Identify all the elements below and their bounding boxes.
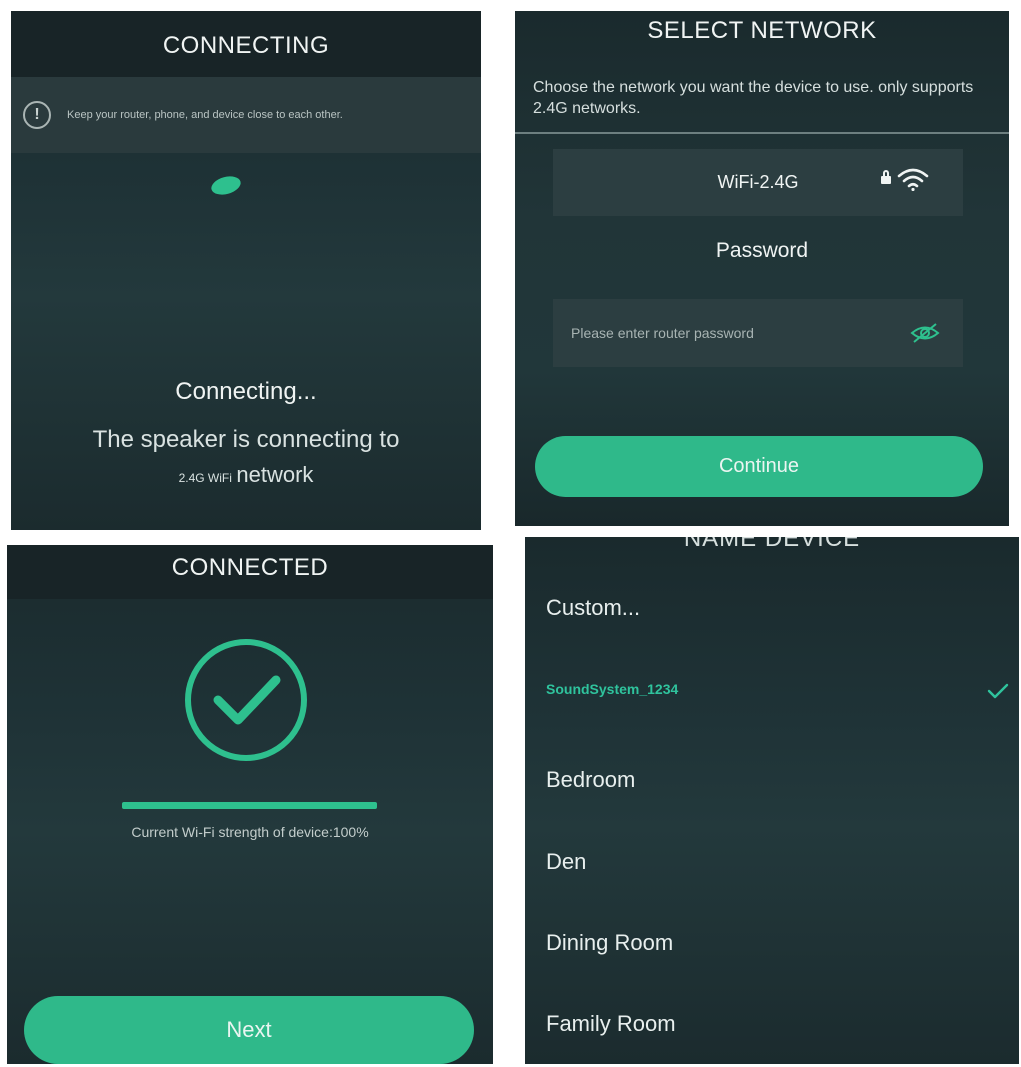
page-title: CONNECTING [162, 32, 330, 59]
info-icon: ! [23, 101, 51, 129]
network-name: WiFi-2.4G [717, 172, 799, 192]
page-title: SELECT NETWORK [647, 17, 877, 44]
password-label: Password [715, 239, 809, 262]
next-button[interactable]: Next [24, 996, 474, 1064]
status-message-network: 2.4G WiFi network [11, 462, 481, 488]
network-band-label: 2.4G WiFi [178, 471, 232, 485]
page-title: CONNECTED [171, 554, 329, 581]
password-field[interactable] [553, 299, 963, 367]
status-message: The speaker is connecting to [92, 426, 400, 453]
page-title: NAME DEVICE [683, 537, 861, 552]
name-option-dining-room[interactable]: Dining Room [546, 930, 673, 956]
select-network-screen: SELECT NETWORK Choose the network you wa… [515, 11, 1009, 526]
intro-text: Choose the network you want the device t… [533, 79, 974, 117]
name-device-screen: NAME DEVICE Custom... SoundSystem_1234 B… [525, 537, 1019, 1064]
wifi-signal-icon [897, 168, 929, 191]
connected-screen: CONNECTED Current Wi-Fi strength of devi… [7, 545, 493, 1064]
status-title: Connecting... [175, 378, 317, 405]
name-option-den[interactable]: Den [546, 849, 586, 875]
network-word: network [236, 462, 314, 487]
name-option-soundsystem[interactable]: SoundSystem_1234 [546, 681, 678, 697]
connecting-screen: CONNECTING ! Keep your router, phone, an… [11, 11, 481, 530]
loading-spinner-icon [209, 173, 243, 198]
network-selector[interactable]: WiFi-2.4G [553, 149, 963, 216]
lock-icon [881, 170, 891, 184]
success-check-icon [185, 639, 307, 761]
continue-button[interactable]: Continue [535, 436, 983, 497]
name-option-bedroom[interactable]: Bedroom [546, 767, 635, 793]
password-input[interactable] [569, 324, 893, 342]
name-option-custom[interactable]: Custom... [546, 595, 640, 621]
checkmark-icon [987, 683, 1009, 699]
eye-off-icon[interactable] [909, 322, 941, 344]
notice-text: Keep your router, phone, and device clos… [67, 109, 343, 121]
wifi-strength-bar [122, 802, 377, 809]
wifi-strength-text: Current Wi-Fi strength of device:100% [131, 824, 369, 840]
proximity-notice: ! Keep your router, phone, and device cl… [11, 77, 481, 153]
name-option-family-room[interactable]: Family Room [546, 1011, 676, 1037]
divider [515, 132, 1009, 134]
